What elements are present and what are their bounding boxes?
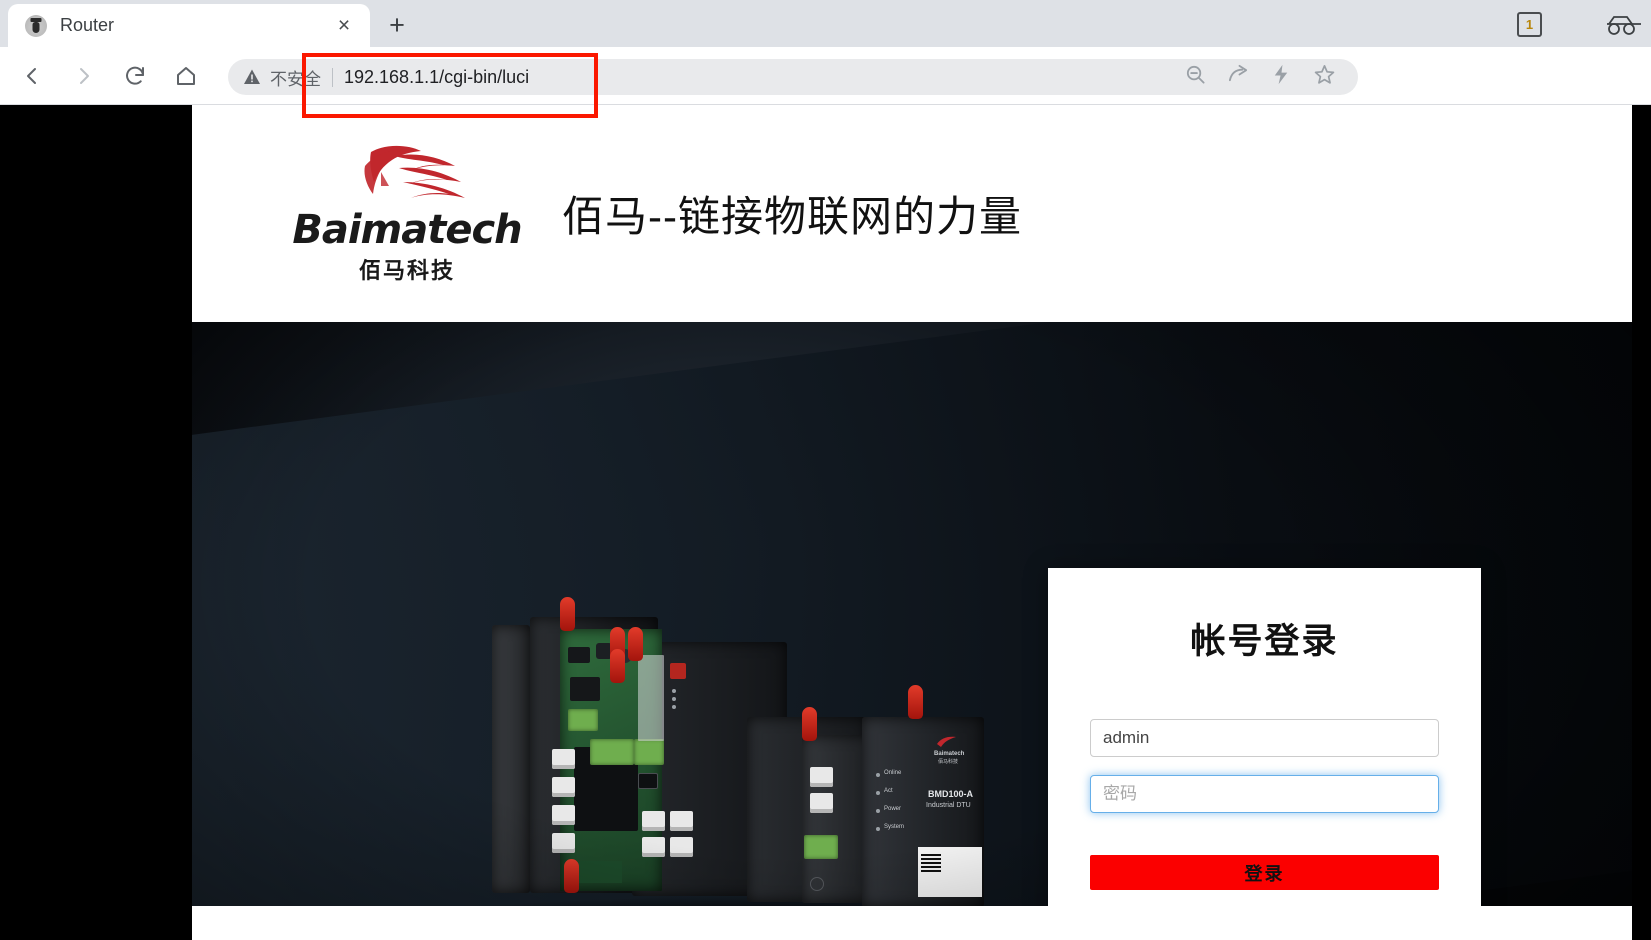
- login-title: 帐号登录: [1190, 622, 1339, 661]
- bookmark-star-icon[interactable]: [1313, 63, 1336, 91]
- chevron-left-icon[interactable]: [16, 60, 48, 92]
- logo-chinese-name: 佰马科技: [358, 258, 455, 283]
- site-footer: [192, 906, 1632, 940]
- home-icon[interactable]: [170, 60, 202, 92]
- warning-triangle-icon[interactable]: [243, 68, 261, 86]
- brand-logo[interactable]: Baimatech 佰马科技: [292, 142, 523, 285]
- close-icon[interactable]: ×: [329, 11, 359, 41]
- login-button[interactable]: 登录: [1090, 855, 1439, 890]
- browser-tab-router[interactable]: Router ×: [8, 4, 370, 47]
- site-header: Baimatech 佰马科技 佰马--链接物联网的力量: [192, 105, 1632, 322]
- router-favicon-icon: [25, 14, 47, 37]
- horse-head-logo-icon: [364, 145, 465, 198]
- site-tagline: 佰马--链接物联网的力量: [562, 193, 1022, 240]
- password-input[interactable]: [1090, 775, 1439, 813]
- window-counter-badge[interactable]: 1: [1517, 12, 1542, 37]
- omnibox-divider: [332, 67, 333, 87]
- share-icon[interactable]: [1227, 63, 1250, 91]
- security-status-text: 不安全: [270, 69, 321, 89]
- web-page: Baimatech 佰马科技 佰马--链接物联网的力量 帐号登录 admin 密…: [192, 105, 1632, 940]
- browser-toolbar: 不安全 192.168.1.1/cgi-bin/luci: [0, 47, 1651, 105]
- reload-icon[interactable]: [119, 60, 151, 92]
- address-bar[interactable]: 不安全 192.168.1.1/cgi-bin/luci: [228, 59, 1358, 95]
- profile-avatar-icon[interactable]: [1605, 10, 1643, 38]
- username-input[interactable]: [1090, 719, 1439, 757]
- login-card: 帐号登录 登录: [1048, 568, 1481, 906]
- url-text[interactable]: 192.168.1.1/cgi-bin/luci: [344, 67, 529, 88]
- chevron-right-icon[interactable]: [68, 60, 100, 92]
- browser-window: Router × + 1 不安全 192.168.1.1/cgi-bin/luc…: [0, 0, 1651, 940]
- tab-title: Router: [60, 15, 115, 35]
- new-tab-button[interactable]: +: [378, 7, 416, 43]
- flash-icon[interactable]: [1270, 63, 1293, 91]
- zoom-out-icon[interactable]: [1184, 63, 1207, 91]
- logo-wordmark: Baimatech: [292, 207, 522, 253]
- tab-strip: Router × + 1: [0, 0, 1651, 47]
- hero-banner: Baimatech 佰马科技 Online Act Power System B…: [192, 322, 1632, 906]
- omnibox-actions: [1184, 59, 1358, 95]
- page-viewport: Baimatech 佰马科技 佰马--链接物联网的力量 帐号登录 admin 密…: [0, 105, 1651, 940]
- login-form: 登录: [1090, 719, 1439, 890]
